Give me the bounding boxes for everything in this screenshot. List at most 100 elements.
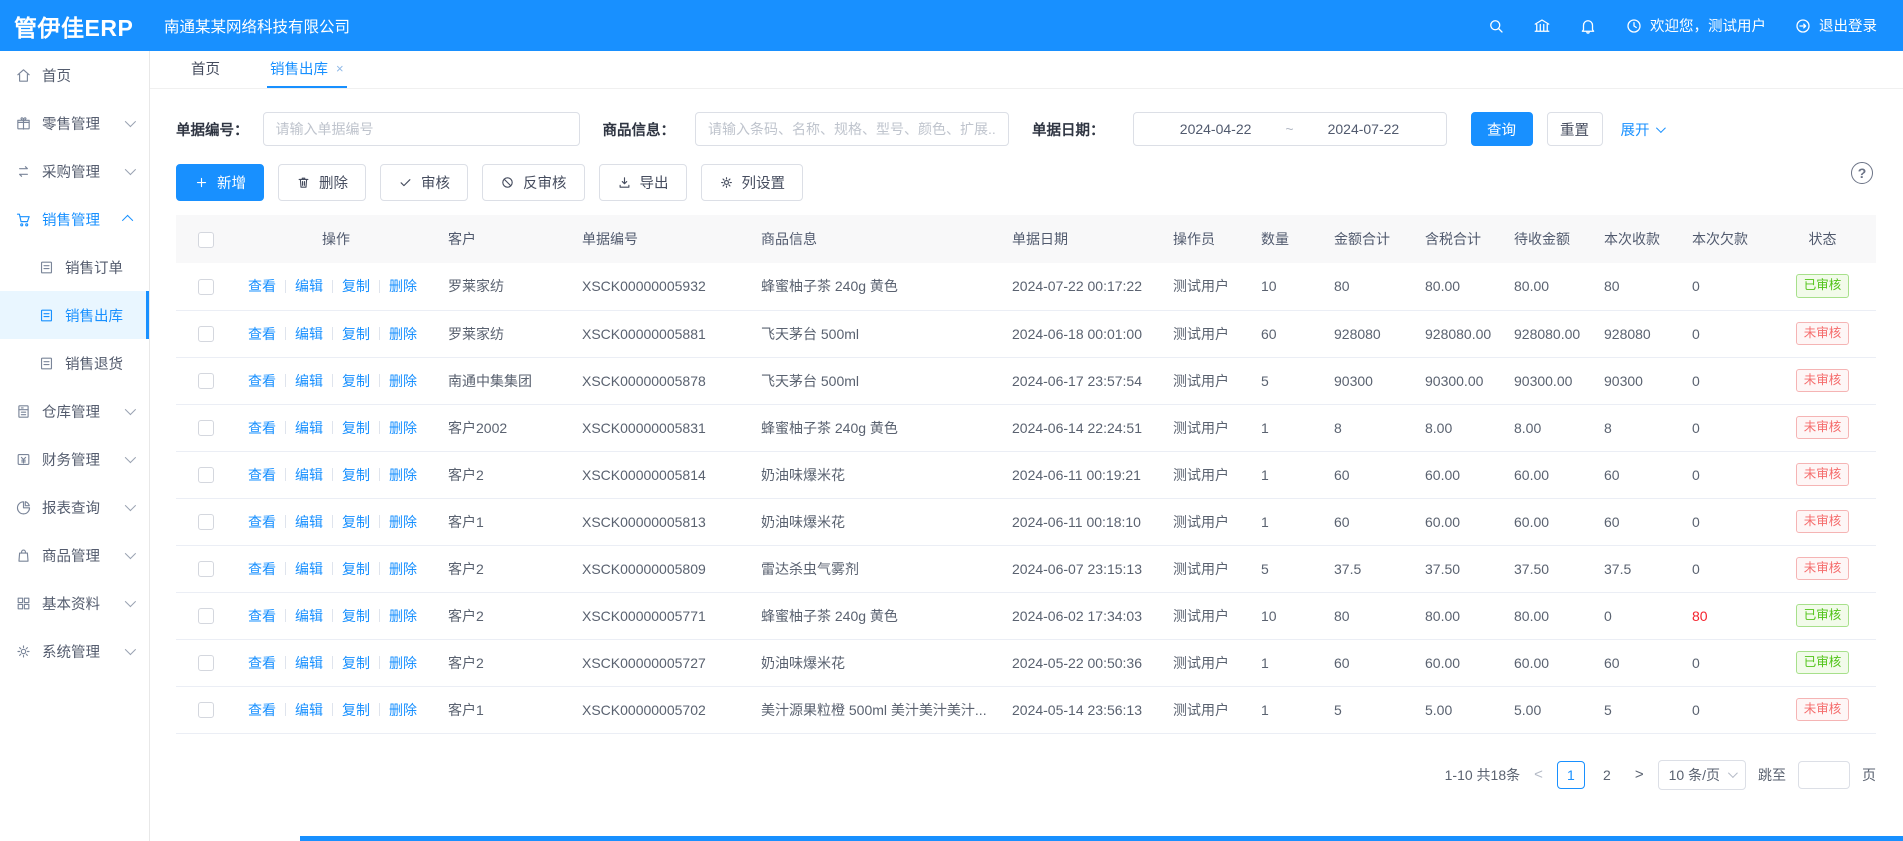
op-复制-link[interactable]: 复制 xyxy=(342,653,370,673)
doc-icon xyxy=(38,259,55,276)
op-删除-link[interactable]: 删除 xyxy=(389,559,417,579)
row-checkbox[interactable] xyxy=(198,467,214,483)
sidebar-item-商品管理[interactable]: 商品管理 xyxy=(0,531,149,579)
sidebar-item-销售管理[interactable]: 销售管理 xyxy=(0,195,149,243)
close-icon[interactable]: × xyxy=(336,61,344,76)
tab-首页[interactable]: 首页 xyxy=(188,51,223,88)
sidebar-item-销售出库[interactable]: 销售出库 xyxy=(0,291,149,339)
反审核-button[interactable]: 反审核 xyxy=(482,164,585,201)
op-复制-link[interactable]: 复制 xyxy=(342,559,370,579)
row-op-links: 查看编辑复制删除 xyxy=(248,606,430,626)
op-查看-link[interactable]: 查看 xyxy=(248,606,276,626)
prev-page-button[interactable]: < xyxy=(1532,766,1545,783)
op-删除-link[interactable]: 删除 xyxy=(389,653,417,673)
op-复制-link[interactable]: 复制 xyxy=(342,512,370,532)
列设置-button[interactable]: 列设置 xyxy=(701,164,804,201)
op-删除-link[interactable]: 删除 xyxy=(389,324,417,344)
op-separator xyxy=(332,421,333,434)
page-size-select[interactable]: 10 条/页 xyxy=(1658,760,1746,790)
op-删除-link[interactable]: 删除 xyxy=(389,606,417,626)
welcome-user[interactable]: 欢迎您，测试用户 xyxy=(1625,15,1766,36)
sidebar-item-销售退货[interactable]: 销售退货 xyxy=(0,339,149,387)
sidebar-item-基本资料[interactable]: 基本资料 xyxy=(0,579,149,627)
op-删除-link[interactable]: 删除 xyxy=(389,276,417,296)
sidebar-item-报表查询[interactable]: 报表查询 xyxy=(0,483,149,531)
row-amount: 60 xyxy=(1322,639,1413,686)
op-编辑-link[interactable]: 编辑 xyxy=(295,276,323,296)
row-checkbox[interactable] xyxy=(198,514,214,530)
op-编辑-link[interactable]: 编辑 xyxy=(295,700,323,720)
op-复制-link[interactable]: 复制 xyxy=(342,465,370,485)
row-checkbox[interactable] xyxy=(198,702,214,718)
next-page-button[interactable]: > xyxy=(1633,766,1646,783)
row-select-cell xyxy=(176,310,236,357)
page-button-2[interactable]: 2 xyxy=(1593,761,1621,789)
op-编辑-link[interactable]: 编辑 xyxy=(295,559,323,579)
op-编辑-link[interactable]: 编辑 xyxy=(295,371,323,391)
bank-icon[interactable] xyxy=(1533,17,1551,35)
sidebar-item-系统管理[interactable]: 系统管理 xyxy=(0,627,149,675)
op-复制-link[interactable]: 复制 xyxy=(342,371,370,391)
sidebar-item-首页[interactable]: 首页 xyxy=(0,51,149,99)
op-删除-link[interactable]: 删除 xyxy=(389,371,417,391)
bell-icon[interactable] xyxy=(1579,17,1597,35)
op-复制-link[interactable]: 复制 xyxy=(342,324,370,344)
sidebar-item-仓库管理[interactable]: 仓库管理 xyxy=(0,387,149,435)
op-编辑-link[interactable]: 编辑 xyxy=(295,418,323,438)
row-checkbox[interactable] xyxy=(198,373,214,389)
doc-no-input[interactable] xyxy=(263,112,580,146)
op-查看-link[interactable]: 查看 xyxy=(248,653,276,673)
op-删除-link[interactable]: 删除 xyxy=(389,465,417,485)
op-复制-link[interactable]: 复制 xyxy=(342,418,370,438)
op-复制-link[interactable]: 复制 xyxy=(342,276,370,296)
button-label: 删除 xyxy=(319,172,348,193)
row-checkbox[interactable] xyxy=(198,420,214,436)
row-checkbox[interactable] xyxy=(198,279,214,295)
审核-button[interactable]: 审核 xyxy=(380,164,468,201)
op-查看-link[interactable]: 查看 xyxy=(248,559,276,579)
page-button-1[interactable]: 1 xyxy=(1557,761,1585,789)
row-checkbox[interactable] xyxy=(198,608,214,624)
sidebar-item-零售管理[interactable]: 零售管理 xyxy=(0,99,149,147)
row-checkbox[interactable] xyxy=(198,561,214,577)
op-查看-link[interactable]: 查看 xyxy=(248,324,276,344)
op-删除-link[interactable]: 删除 xyxy=(389,418,417,438)
sidebar-item-财务管理[interactable]: 财务管理 xyxy=(0,435,149,483)
导出-button[interactable]: 导出 xyxy=(599,164,687,201)
report-icon xyxy=(15,499,32,516)
op-查看-link[interactable]: 查看 xyxy=(248,465,276,485)
op-查看-link[interactable]: 查看 xyxy=(248,512,276,532)
row-checkbox[interactable] xyxy=(198,326,214,342)
help-icon[interactable]: ? xyxy=(1851,162,1873,184)
删除-button[interactable]: 删除 xyxy=(278,164,366,201)
product-input[interactable] xyxy=(695,112,1009,146)
sidebar-item-销售订单[interactable]: 销售订单 xyxy=(0,243,149,291)
op-删除-link[interactable]: 删除 xyxy=(389,512,417,532)
row-date: 2024-05-22 00:50:36 xyxy=(1000,639,1161,686)
新增-button[interactable]: 新增 xyxy=(176,164,264,201)
op-查看-link[interactable]: 查看 xyxy=(248,700,276,720)
op-查看-link[interactable]: 查看 xyxy=(248,371,276,391)
table-row: 查看编辑复制删除南通中集集团XSCK00000005878飞天茅台 500ml2… xyxy=(176,357,1876,404)
op-复制-link[interactable]: 复制 xyxy=(342,606,370,626)
op-查看-link[interactable]: 查看 xyxy=(248,418,276,438)
select-all-checkbox[interactable] xyxy=(198,232,214,248)
op-编辑-link[interactable]: 编辑 xyxy=(295,324,323,344)
expand-link[interactable]: 展开 xyxy=(1621,119,1663,140)
tab-销售出库[interactable]: 销售出库× xyxy=(267,51,347,88)
search-button[interactable]: 查询 xyxy=(1471,112,1533,146)
date-range-input[interactable]: 2024-04-22 ~ 2024-07-22 xyxy=(1133,112,1447,146)
op-编辑-link[interactable]: 编辑 xyxy=(295,512,323,532)
op-编辑-link[interactable]: 编辑 xyxy=(295,653,323,673)
row-checkbox[interactable] xyxy=(198,655,214,671)
reset-button[interactable]: 重置 xyxy=(1547,112,1603,146)
logout-button[interactable]: 退出登录 xyxy=(1794,15,1877,36)
op-编辑-link[interactable]: 编辑 xyxy=(295,465,323,485)
op-编辑-link[interactable]: 编辑 xyxy=(295,606,323,626)
jump-page-input[interactable] xyxy=(1798,761,1850,789)
op-删除-link[interactable]: 删除 xyxy=(389,700,417,720)
sidebar-item-采购管理[interactable]: 采购管理 xyxy=(0,147,149,195)
search-icon[interactable] xyxy=(1487,17,1505,35)
op-复制-link[interactable]: 复制 xyxy=(342,700,370,720)
op-查看-link[interactable]: 查看 xyxy=(248,276,276,296)
